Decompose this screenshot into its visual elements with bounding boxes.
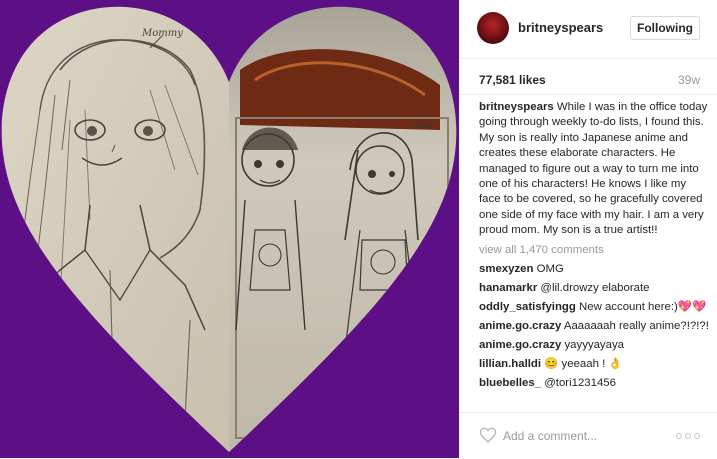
caption-username[interactable]: britneyspears [479,101,554,113]
right-sketch: Mom [229,6,457,453]
add-comment-row [459,412,717,459]
comment-row: oddly_satisfyingg New account here:)💖💖 [479,300,709,315]
following-button[interactable]: Following [630,16,700,40]
comment-username[interactable]: oddly_satisfyingg [479,301,576,313]
view-all-comments-link[interactable]: view all 1,470 comments [479,243,709,258]
likes-count[interactable]: 77,581 likes [479,73,546,87]
post-image[interactable]: Mommy Mom [0,0,459,458]
left-signature: Mommy [141,28,183,39]
comment-username[interactable]: anime.go.crazy [479,320,561,332]
comment-row: anime.go.crazy Aaaaaaah really anime?!?!… [479,319,709,334]
comment-text: @lil.drowzy elaborate [540,282,650,295]
comment-text: New account here:)💖💖 [579,301,707,314]
right-signature: Mom [411,121,433,130]
comment-row: anime.go.crazy yayyyayaya [479,338,709,353]
post-time[interactable]: 39w [678,73,700,87]
post-sidebar: britneyspears Following 77,581 likes 39w… [459,0,717,458]
comment-row: hanamarkr @lil.drowzy elaborate [479,281,709,296]
profile-avatar[interactable] [477,12,509,44]
comment-text: Aaaaaaah really anime?!?!?! [563,320,709,333]
author-username[interactable]: britneyspears [518,20,603,35]
post-caption: britneyspears While I was in the office … [479,100,709,239]
more-options-icon[interactable] [676,433,700,439]
comment-text: OMG [536,263,564,276]
comment-row: smexyzen OMG [479,262,709,277]
heart-outline-icon[interactable] [479,426,497,444]
post-header: britneyspears Following [459,0,717,59]
comments-list: britneyspears While I was in the office … [479,100,709,395]
heart-drawing-image: Mommy Mom [1,6,457,453]
left-sketch: Mommy [1,6,229,453]
comment-text: @tori1231456 [544,377,616,390]
caption-text: While I was in the office today going th… [479,101,708,237]
instagram-post: Mommy Mom britneyspears Following 77,581… [0,0,717,458]
comment-row: bluebelles_ @tori1231456 [479,376,709,391]
comment-text: yayyyayaya [564,339,624,352]
comment-username[interactable]: hanamarkr [479,282,537,294]
comment-username[interactable]: lillian.halldi [479,358,541,370]
comment-username[interactable]: bluebelles_ [479,377,541,389]
add-comment-input[interactable] [501,425,655,447]
comment-text: 😊 yeeaah ! 👌 [544,358,623,371]
comment-username[interactable]: smexyzen [479,263,533,275]
likes-row: 77,581 likes 39w [459,58,717,95]
comment-row: lillian.halldi 😊 yeeaah ! 👌 [479,357,709,372]
comment-username[interactable]: anime.go.crazy [479,339,561,351]
